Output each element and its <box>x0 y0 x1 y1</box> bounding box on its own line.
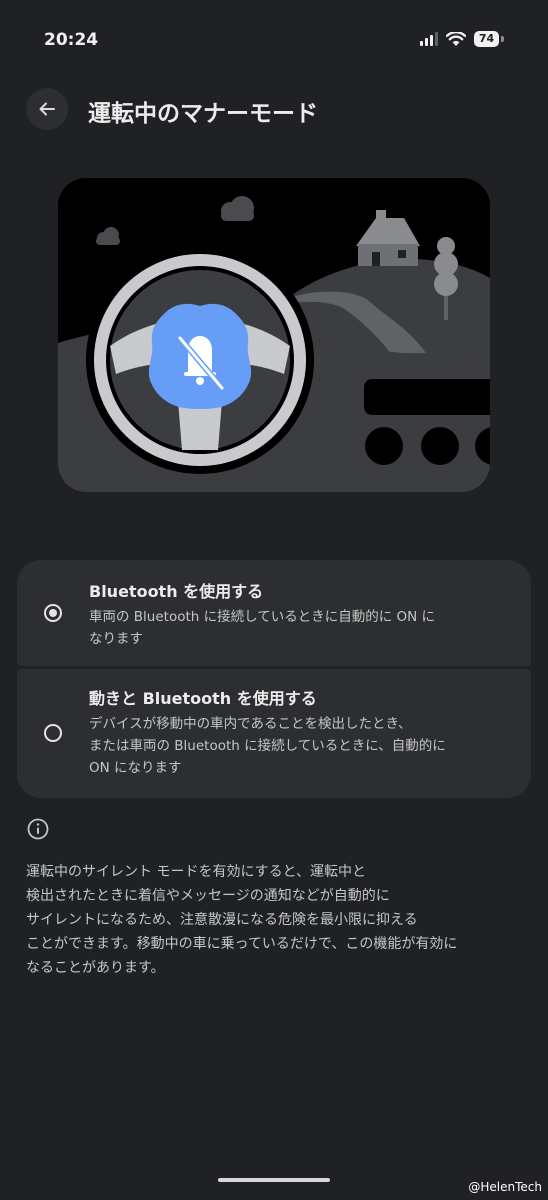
battery-icon: 74 <box>474 31 504 47</box>
back-button[interactable] <box>26 88 68 130</box>
top-app-bar: 運転中のマナーモード <box>0 86 548 132</box>
status-bar: 20:24 74 <box>0 0 548 80</box>
radio-button[interactable] <box>44 724 62 742</box>
option-description: 車両の Bluetooth に接続しているときに自動的に ON に なります <box>89 609 436 647</box>
option-bluetooth[interactable]: Bluetooth を使用する 車両の Bluetooth に接続しているときに… <box>17 560 531 666</box>
status-time: 20:24 <box>44 30 99 50</box>
arrow-back-icon <box>39 102 55 116</box>
gesture-nav-handle[interactable] <box>218 1178 330 1182</box>
radio-button-selected[interactable] <box>44 604 62 622</box>
info-icon <box>27 818 49 840</box>
info-description: 運転中のサイレント モードを有効にすると、運転中と 検出されたときに着信やメッセ… <box>26 864 458 976</box>
battery-level: 74 <box>474 31 499 47</box>
wifi-icon <box>446 31 466 46</box>
driving-illustration <box>58 178 490 492</box>
mode-options: Bluetooth を使用する 車両の Bluetooth に接続しているときに… <box>17 560 531 798</box>
option-motion-bluetooth[interactable]: 動きと Bluetooth を使用する デバイスが移動中の車内であることを検出し… <box>17 669 531 798</box>
watermark: @HelenTech <box>468 1180 542 1194</box>
signal-icon <box>420 32 438 46</box>
option-title: Bluetooth を使用する <box>89 582 264 601</box>
option-title: 動きと Bluetooth を使用する <box>89 689 317 708</box>
page-title: 運転中のマナーモード <box>88 101 318 127</box>
status-icons: 74 <box>420 31 504 47</box>
option-description: デバイスが移動中の車内であることを検出したとき、 または車両の Bluetoot… <box>89 716 446 776</box>
